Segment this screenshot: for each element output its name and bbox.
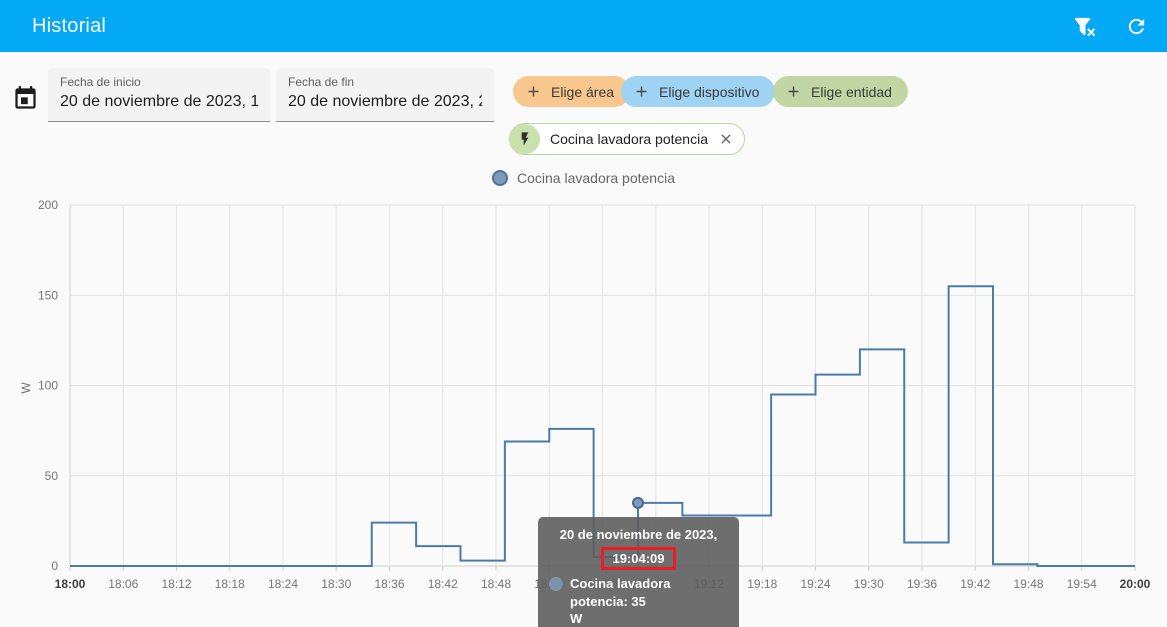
- svg-text:18:24: 18:24: [268, 577, 298, 591]
- history-page: Historial Fecha de inicio 20 de noviembr…: [0, 0, 1167, 627]
- svg-text:18:00: 18:00: [55, 577, 86, 591]
- svg-text:18:18: 18:18: [215, 577, 245, 591]
- tooltip-series-marker-icon: [549, 577, 563, 592]
- chart-tooltip: 20 de noviembre de 2023, 19:04:09 Cocina…: [538, 517, 739, 627]
- svg-text:19:54: 19:54: [1067, 577, 1097, 591]
- svg-text:19:42: 19:42: [960, 577, 990, 591]
- svg-text:20:00: 20:00: [1120, 577, 1151, 591]
- svg-text:18:12: 18:12: [161, 577, 191, 591]
- tooltip-time-annotation: 19:04:09: [601, 546, 676, 571]
- svg-text:0: 0: [51, 559, 58, 573]
- svg-text:18:42: 18:42: [428, 577, 458, 591]
- svg-text:19:36: 19:36: [907, 577, 937, 591]
- svg-text:18:48: 18:48: [481, 577, 511, 591]
- svg-text:18:30: 18:30: [321, 577, 351, 591]
- svg-text:19:24: 19:24: [800, 577, 830, 591]
- svg-text:18:06: 18:06: [108, 577, 138, 591]
- svg-text:19:48: 19:48: [1013, 577, 1043, 591]
- svg-text:18:36: 18:36: [374, 577, 404, 591]
- svg-text:19:30: 19:30: [854, 577, 884, 591]
- svg-text:100: 100: [38, 379, 58, 393]
- svg-text:150: 150: [38, 288, 58, 302]
- svg-text:W: W: [19, 382, 33, 394]
- tooltip-date: 20 de noviembre de 2023,: [559, 527, 718, 542]
- svg-text:19:18: 19:18: [747, 577, 777, 591]
- svg-text:200: 200: [38, 198, 58, 212]
- svg-text:50: 50: [45, 469, 59, 483]
- tooltip-entity-value: Cocina lavadora potencia: 35 W: [570, 576, 671, 627]
